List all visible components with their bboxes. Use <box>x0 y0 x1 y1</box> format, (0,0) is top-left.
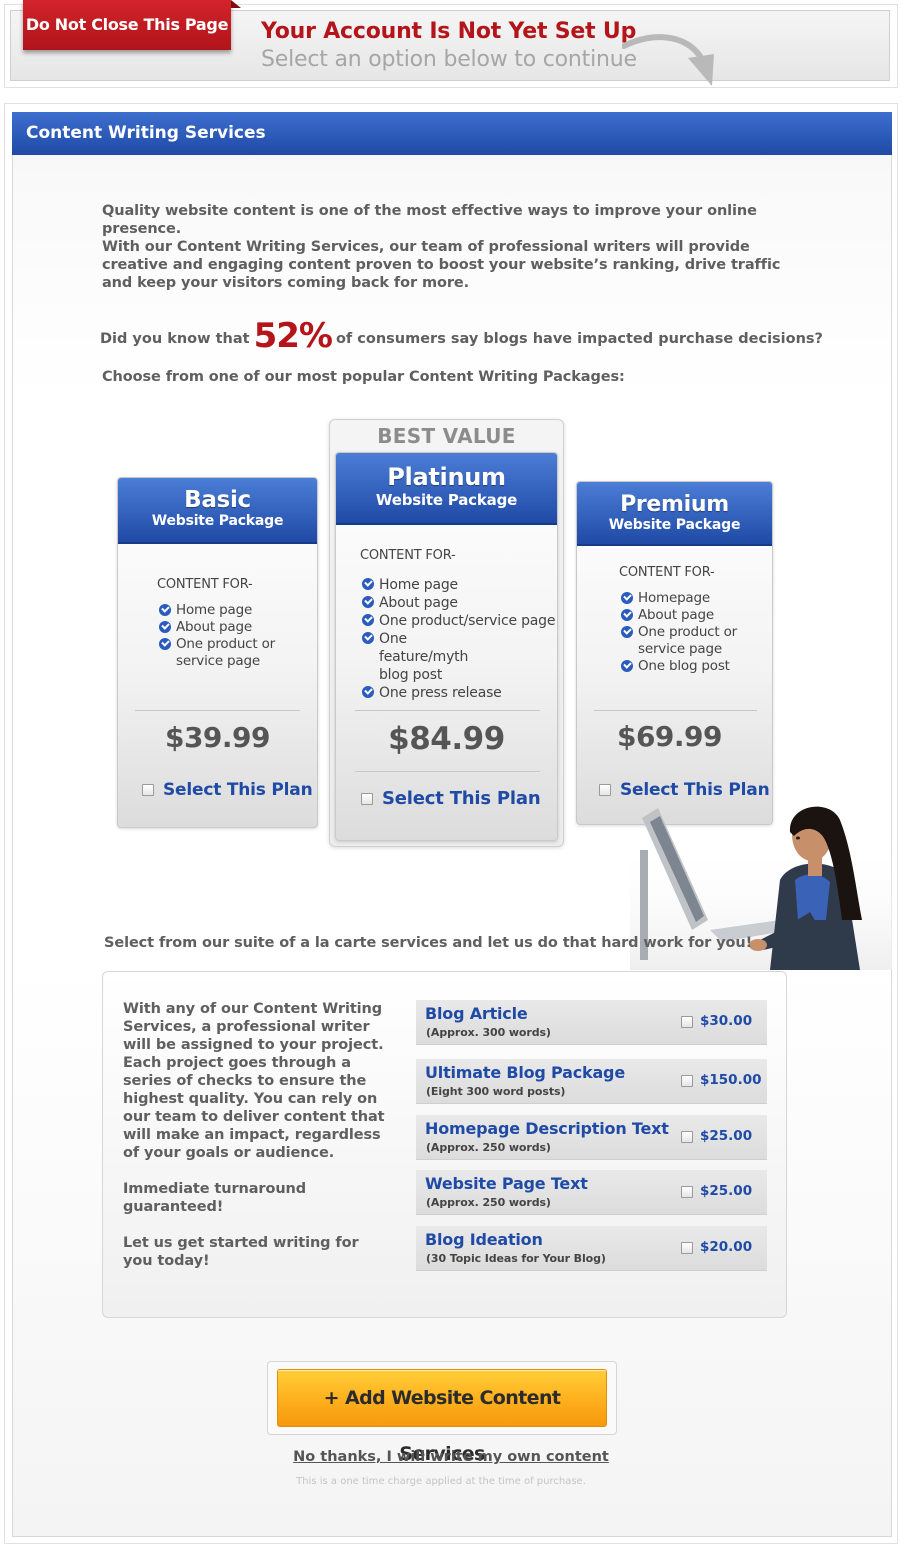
service-price: $30.00 <box>700 1013 753 1029</box>
checkbox-icon[interactable] <box>681 1242 693 1254</box>
service-name: Homepage Description Text <box>425 1119 669 1138</box>
check-circle-icon <box>621 609 633 621</box>
list-item: About page <box>362 594 557 612</box>
checkbox-icon[interactable] <box>681 1075 693 1087</box>
intro-paragraph-2: With our Content Writing Services, our t… <box>102 239 781 291</box>
check-circle-icon <box>159 621 171 633</box>
divider <box>594 710 757 711</box>
divider <box>135 710 300 711</box>
checkbox-icon[interactable] <box>361 792 373 805</box>
do-not-close-tab: Do Not Close This Page <box>23 0 241 50</box>
plan-card-platinum: Platinum Website Package CONTENT FOR- Ho… <box>335 452 558 841</box>
service-name: Blog Ideation <box>425 1230 543 1249</box>
stat-line: Did you know that 52% of consumers say blo… <box>100 312 823 356</box>
list-item: Home page <box>362 576 557 594</box>
checkbox-icon[interactable] <box>599 784 611 796</box>
service-row-ultimate-blog[interactable]: Ultimate Blog Package (Eight 300 word po… <box>416 1059 767 1104</box>
service-note: (Approx. 250 words) <box>426 1196 551 1209</box>
divider <box>355 710 540 711</box>
check-circle-icon <box>362 578 374 590</box>
check-circle-icon <box>159 604 171 616</box>
feature-list-basic: Home page About page One product or serv… <box>159 602 299 670</box>
list-item: One press release <box>362 684 557 702</box>
plan-price: $84.99 <box>388 721 505 757</box>
content-for-label: CONTENT FOR- <box>360 548 456 563</box>
choose-package-text: Choose from one of our most popular Cont… <box>102 369 625 385</box>
feature-list-platinum: Home page About page One product/service… <box>362 576 557 702</box>
service-note: (Approx. 300 words) <box>426 1026 551 1039</box>
service-price: $25.00 <box>700 1128 753 1144</box>
stat-prefix: Did you know that <box>100 331 250 347</box>
stat-suffix: of consumers say blogs have impacted pur… <box>335 331 823 347</box>
plan-name: Platinum <box>387 463 506 491</box>
service-price: $25.00 <box>700 1183 753 1199</box>
checkbox-icon[interactable] <box>681 1131 693 1143</box>
alacarte-turnaround: Immediate turnaround guaranteed! <box>123 1181 307 1215</box>
account-status-title: Your Account Is Not Yet Set Up <box>261 19 637 44</box>
plan-header-premium: Premium Website Package <box>577 482 772 546</box>
checkbox-icon[interactable] <box>142 784 154 796</box>
plan-header-basic: Basic Website Package <box>118 478 317 544</box>
list-item: About page <box>159 619 299 636</box>
add-content-services-button[interactable]: + Add Website Content Services <box>277 1369 607 1465</box>
plan-header-platinum: Platinum Website Package <box>336 453 557 525</box>
service-row-page-text[interactable]: Website Page Text (Approx. 250 words) $2… <box>416 1170 767 1215</box>
plan-card-basic: Basic Website Package CONTENT FOR- Home … <box>117 477 318 828</box>
list-item: One product or service page <box>621 624 761 658</box>
list-item: About page <box>621 607 761 624</box>
service-price: $20.00 <box>700 1239 753 1255</box>
select-plan-platinum[interactable]: Select This Plan <box>361 788 541 809</box>
intro-paragraph-1: Quality website content is one of the mo… <box>102 203 757 237</box>
service-name: Blog Article <box>425 1004 528 1023</box>
service-note: (30 Topic Ideas for Your Blog) <box>426 1252 606 1265</box>
plan-card-premium: Premium Website Package CONTENT FOR- Hom… <box>576 481 773 825</box>
content-for-label: CONTENT FOR- <box>157 577 253 592</box>
plan-price: $69.99 <box>616 720 723 753</box>
list-item: One feature/myth blog post <box>362 630 492 684</box>
check-circle-icon <box>362 596 374 608</box>
alacarte-closing: Let us get started writing for you today… <box>123 1235 359 1269</box>
panel-header: Content Writing Services <box>12 112 892 155</box>
list-item: Homepage <box>621 590 761 607</box>
service-name: Website Page Text <box>425 1174 588 1193</box>
list-item: One blog post <box>621 658 761 675</box>
stat-value: 52% <box>253 316 333 356</box>
content-for-label: CONTENT FOR- <box>619 565 715 580</box>
check-circle-icon <box>621 592 633 604</box>
alacarte-description: With any of our Content Writing Services… <box>123 1001 385 1161</box>
check-circle-icon <box>362 686 374 698</box>
best-value-label: BEST VALUE <box>377 424 516 448</box>
fine-print: This is a one time charge applied at the… <box>296 1476 586 1487</box>
plan-name: Premium <box>620 492 729 517</box>
plan-name: Basic <box>184 487 251 513</box>
checkbox-icon[interactable] <box>681 1016 693 1028</box>
alacarte-title: Select from our suite of a la carte serv… <box>104 935 753 951</box>
plan-subtitle: Website Package <box>608 517 741 533</box>
check-circle-icon <box>621 660 633 672</box>
list-item: One product or service page <box>159 636 299 670</box>
plan-subtitle: Website Package <box>151 513 284 529</box>
service-name: Ultimate Blog Package <box>425 1063 625 1082</box>
service-row-blog-article[interactable]: Blog Article (Approx. 300 words) $30.00 <box>416 1000 767 1045</box>
plan-subtitle: Website Package <box>375 491 518 509</box>
account-status-subtitle: Select an option below to continue <box>261 47 637 72</box>
select-plan-basic[interactable]: Select This Plan <box>142 780 313 800</box>
checkbox-icon[interactable] <box>681 1186 693 1198</box>
plan-price: $39.99 <box>164 721 271 754</box>
list-item: One product/service page <box>362 612 557 630</box>
curved-arrow-icon <box>622 34 714 86</box>
service-row-homepage-text[interactable]: Homepage Description Text (Approx. 250 w… <box>416 1115 767 1160</box>
check-circle-icon <box>362 614 374 626</box>
no-thanks-link[interactable]: No thanks, I will write my own content <box>0 1449 902 1465</box>
service-price: $150.00 <box>700 1072 762 1088</box>
service-note: (Eight 300 word posts) <box>426 1085 566 1098</box>
service-row-blog-ideation[interactable]: Blog Ideation (30 Topic Ideas for Your B… <box>416 1226 767 1271</box>
check-circle-icon <box>159 638 171 650</box>
feature-list-premium: Homepage About page One product or servi… <box>621 590 761 675</box>
service-note: (Approx. 250 words) <box>426 1141 551 1154</box>
check-circle-icon <box>362 632 374 644</box>
check-circle-icon <box>621 626 633 638</box>
divider <box>355 771 540 772</box>
list-item: Home page <box>159 602 299 619</box>
